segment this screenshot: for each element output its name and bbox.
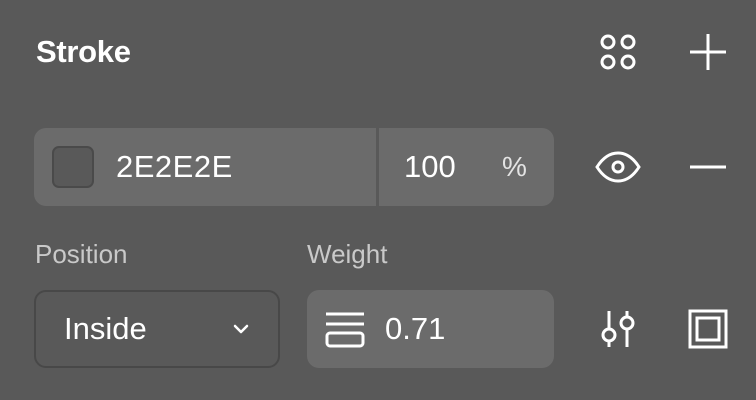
remove-stroke-button[interactable] <box>682 141 734 193</box>
visibility-toggle[interactable] <box>592 141 644 193</box>
opacity-input[interactable]: 100 <box>404 147 456 187</box>
add-stroke-button[interactable] <box>682 26 734 78</box>
eye-icon <box>595 151 641 183</box>
plus-icon <box>690 34 726 70</box>
hex-input[interactable]: 2E2E2E <box>116 147 233 187</box>
minus-icon <box>690 165 726 169</box>
opacity-unit: % <box>502 151 527 182</box>
styles-button[interactable] <box>592 26 644 78</box>
weight-label: Weight <box>307 239 388 269</box>
stroke-weight-icon <box>325 312 365 348</box>
border-style-button[interactable] <box>682 303 734 355</box>
chevron-down-icon <box>233 324 249 334</box>
four-dots-icon <box>600 34 636 70</box>
weight-field[interactable]: 0.71 <box>307 290 554 368</box>
color-swatch[interactable] <box>52 146 94 188</box>
position-value: Inside <box>64 311 147 346</box>
weight-input[interactable]: 0.71 <box>385 309 445 349</box>
field-divider <box>376 128 379 206</box>
sliders-icon <box>601 311 635 347</box>
stroke-settings-button[interactable] <box>592 303 644 355</box>
position-select[interactable]: Inside <box>34 290 280 368</box>
stroke-color-field: 2E2E2E 100 % <box>34 128 554 206</box>
inside-border-icon <box>688 309 728 349</box>
panel-title: Stroke <box>36 34 131 69</box>
position-label: Position <box>35 239 128 269</box>
